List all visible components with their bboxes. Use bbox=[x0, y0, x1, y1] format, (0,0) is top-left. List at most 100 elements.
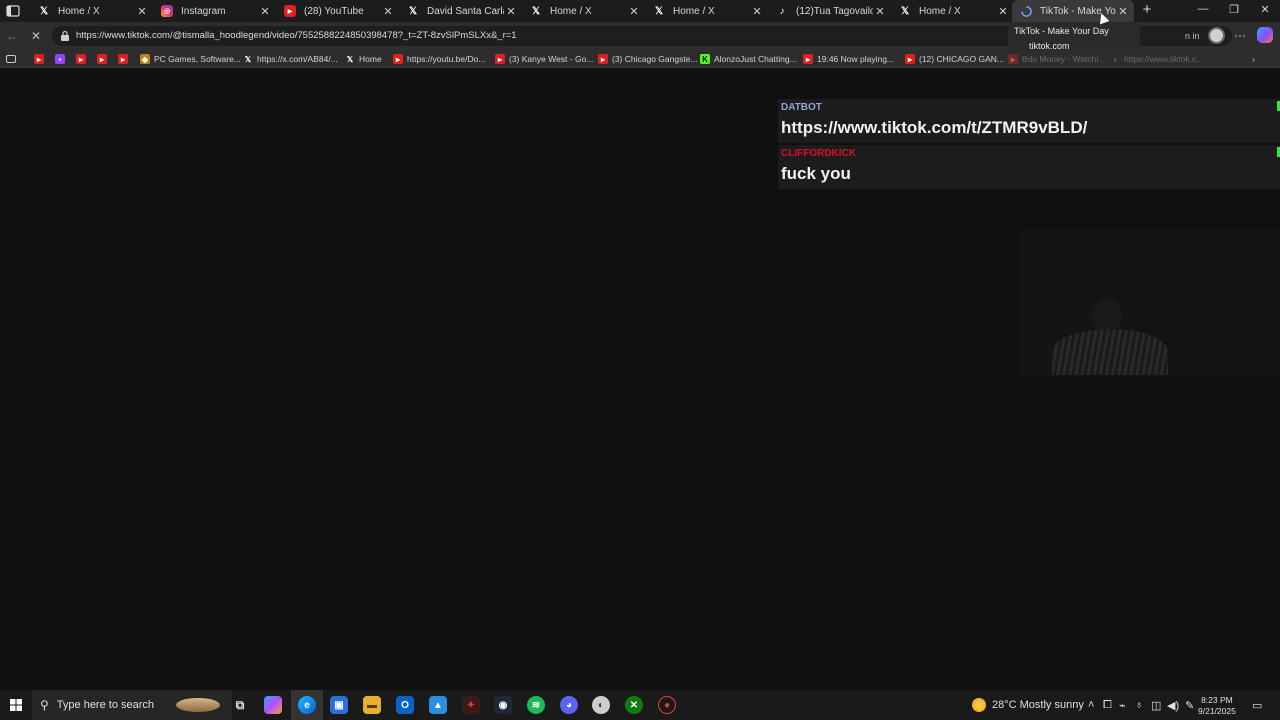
tab-home-x-3[interactable]: 𝕏 Home / X ✕ bbox=[645, 0, 768, 22]
xbox-icon[interactable]: ✕ bbox=[625, 696, 643, 714]
search-placeholder[interactable]: Type here to search bbox=[57, 699, 154, 711]
tab-title: Home / X bbox=[919, 5, 961, 17]
page-content: DATBOT https://www.tiktok.com/t/ZTMR9vBL… bbox=[0, 11, 1280, 690]
pen-icon[interactable]: ✎ bbox=[1185, 699, 1194, 712]
system-clock[interactable]: 8:23 PM 9/21/2025 bbox=[1198, 695, 1236, 717]
webcam-overlay bbox=[1020, 229, 1280, 377]
new-tab-button[interactable]: + bbox=[1139, 2, 1155, 18]
network-icon[interactable]: ⧠ bbox=[1103, 699, 1112, 712]
back-arrow-icon[interactable]: ← bbox=[4, 28, 20, 44]
close-icon[interactable]: ✕ bbox=[627, 5, 641, 18]
bookmark-item[interactable]: ▸ bbox=[97, 52, 111, 66]
youtube-icon: ▸ bbox=[393, 54, 403, 64]
window-close-icon[interactable]: ✕ bbox=[1257, 3, 1273, 16]
close-icon[interactable]: ✕ bbox=[504, 5, 518, 18]
bookmark-item[interactable]: 𝕏 Home bbox=[345, 52, 382, 66]
tab-title: Instagram bbox=[181, 5, 226, 17]
tab-tua-tagovailoa[interactable]: ♪ (12)Tua Tagovailoa: El f ✕ bbox=[768, 0, 891, 22]
tab-home-x-4[interactable]: 𝕏 Home / X ✕ bbox=[891, 0, 1014, 22]
copilot-icon[interactable] bbox=[1257, 27, 1273, 43]
close-icon[interactable]: ✕ bbox=[873, 5, 887, 18]
bookmark-item[interactable]: ▸ bbox=[76, 52, 90, 66]
game-app-icon[interactable]: ✦ bbox=[462, 696, 480, 714]
copilot-taskbar-icon[interactable] bbox=[264, 696, 282, 714]
tab-actions-icon[interactable] bbox=[6, 4, 20, 18]
youtube-icon: ▸ bbox=[34, 54, 44, 64]
edge-icon[interactable]: e bbox=[298, 696, 316, 714]
tab-tiktok-active[interactable]: TikTok - Make Your Da ✕ bbox=[1012, 0, 1134, 22]
minimize-icon[interactable]: — bbox=[1195, 3, 1211, 15]
sign-in-label[interactable]: n in bbox=[1185, 31, 1200, 41]
file-explorer-icon[interactable]: ▬ bbox=[363, 696, 381, 714]
webcam-person bbox=[1092, 299, 1122, 333]
bookmark-item[interactable]: ♪ https://www.tiktok.c... bbox=[1110, 52, 1203, 66]
steam-icon[interactable]: ◉ bbox=[494, 696, 512, 714]
chat-username: CLIFFORDKICK bbox=[781, 148, 856, 159]
close-icon[interactable]: ✕ bbox=[750, 5, 764, 18]
discord-icon[interactable]: ◕ bbox=[560, 696, 578, 714]
search-highlight-icon[interactable] bbox=[176, 698, 220, 712]
more-options-icon[interactable]: ··· bbox=[1234, 28, 1246, 42]
close-icon[interactable]: ✕ bbox=[258, 5, 272, 18]
close-icon[interactable]: ✕ bbox=[381, 5, 395, 18]
profile-avatar[interactable] bbox=[1208, 27, 1225, 44]
close-icon[interactable]: ✕ bbox=[996, 5, 1010, 18]
tab-home-x-2[interactable]: 𝕏 Home / X ✕ bbox=[522, 0, 645, 22]
x-logo-icon: 𝕏 bbox=[654, 5, 664, 17]
close-icon[interactable]: ✕ bbox=[1116, 5, 1130, 18]
windows-start-icon[interactable] bbox=[10, 699, 22, 711]
chevron-right-icon[interactable]: › bbox=[1252, 52, 1255, 66]
tab-home-x-1[interactable]: 𝕏 Home / X ✕ bbox=[30, 0, 153, 22]
app-icon[interactable]: ◐ bbox=[592, 696, 610, 714]
bookmark-item[interactable]: ▸ https://youtu.be/Do... bbox=[393, 52, 485, 66]
weather-text[interactable]: 28°C Mostly sunny bbox=[992, 699, 1084, 711]
chevron-up-icon[interactable]: ˄ bbox=[1088, 699, 1094, 711]
tab-david-santa-carla[interactable]: 𝕏 David Santa Carla ~ c ✕ bbox=[399, 0, 522, 22]
close-icon[interactable]: ✕ bbox=[135, 5, 149, 18]
youtube-icon: ▸ bbox=[118, 54, 128, 64]
bookmark-label: AlonzoJust Chatting... bbox=[714, 54, 797, 64]
twitch-icon: ▪ bbox=[55, 54, 65, 64]
bookmark-item[interactable]: ▸ bbox=[34, 52, 48, 66]
bookmark-item[interactable]: K AlonzoJust Chatting... bbox=[700, 52, 797, 66]
photos-icon[interactable]: ▲ bbox=[429, 696, 447, 714]
tab-title: Home / X bbox=[550, 5, 592, 17]
vpn-icon[interactable]: ⌁ bbox=[1119, 699, 1126, 712]
bookmark-item[interactable]: ▸ (3) Chicago Gangste... bbox=[598, 52, 698, 66]
recording-app-icon[interactable]: ● bbox=[658, 696, 676, 714]
bookmark-label: Home bbox=[359, 54, 382, 64]
wifi-icon[interactable]: ◫ bbox=[1151, 699, 1161, 712]
outlook-icon[interactable]: O bbox=[396, 696, 414, 714]
bookmark-label: PC Games, Software... bbox=[154, 54, 241, 64]
bookmark-item[interactable]: ▸ (3) Kanye West - Go... bbox=[495, 52, 593, 66]
collections-icon[interactable] bbox=[6, 52, 20, 66]
chat-username: DATBOT bbox=[781, 102, 822, 113]
restore-icon[interactable]: ❐ bbox=[1226, 3, 1242, 16]
bookmark-item[interactable]: ▸ Bdo Money - Watchi... bbox=[1008, 52, 1105, 66]
tab-instagram[interactable]: ◎ Instagram ✕ bbox=[153, 0, 276, 22]
store-icon[interactable]: ▣ bbox=[330, 696, 348, 714]
stop-loading-icon[interactable]: ✕ bbox=[28, 28, 44, 44]
tab-youtube[interactable]: ▶ (28) YouTube ✕ bbox=[276, 0, 399, 22]
webcam-person-body bbox=[1052, 329, 1168, 375]
bookmark-item[interactable]: 𝕏https://x.com/AB84/... bbox=[243, 52, 338, 66]
notification-icon[interactable]: ▭ bbox=[1252, 699, 1262, 712]
tab-title: Home / X bbox=[673, 5, 715, 17]
x-logo-icon: 𝕏 bbox=[346, 54, 354, 64]
spotify-icon[interactable]: ≋ bbox=[527, 696, 545, 714]
url-text[interactable]: https://www.tiktok.com/@tismalla_hoodleg… bbox=[76, 30, 517, 41]
tab-title: Home / X bbox=[58, 5, 100, 17]
bookmark-item[interactable]: ▪ bbox=[55, 52, 69, 66]
bookmark-item[interactable]: ▸ bbox=[118, 52, 132, 66]
lock-icon[interactable] bbox=[60, 30, 70, 41]
bookmark-item[interactable]: ◆ PC Games, Software... bbox=[140, 52, 241, 66]
weather-sun-icon[interactable] bbox=[972, 698, 986, 712]
volume-icon[interactable]: ◀) bbox=[1167, 699, 1179, 712]
youtube-icon: ▶ bbox=[284, 5, 296, 17]
tab-title: (28) YouTube bbox=[304, 5, 364, 17]
task-view-icon[interactable]: ⧉ bbox=[231, 696, 249, 714]
bookmark-item[interactable]: ▸ (12) CHICAGO GAN... bbox=[905, 52, 1004, 66]
bookmark-item[interactable]: ▸ 19:46 Now playing... bbox=[803, 52, 894, 66]
microphone-icon[interactable]: ♁ bbox=[1135, 699, 1143, 711]
x-logo-icon: 𝕏 bbox=[531, 5, 541, 17]
